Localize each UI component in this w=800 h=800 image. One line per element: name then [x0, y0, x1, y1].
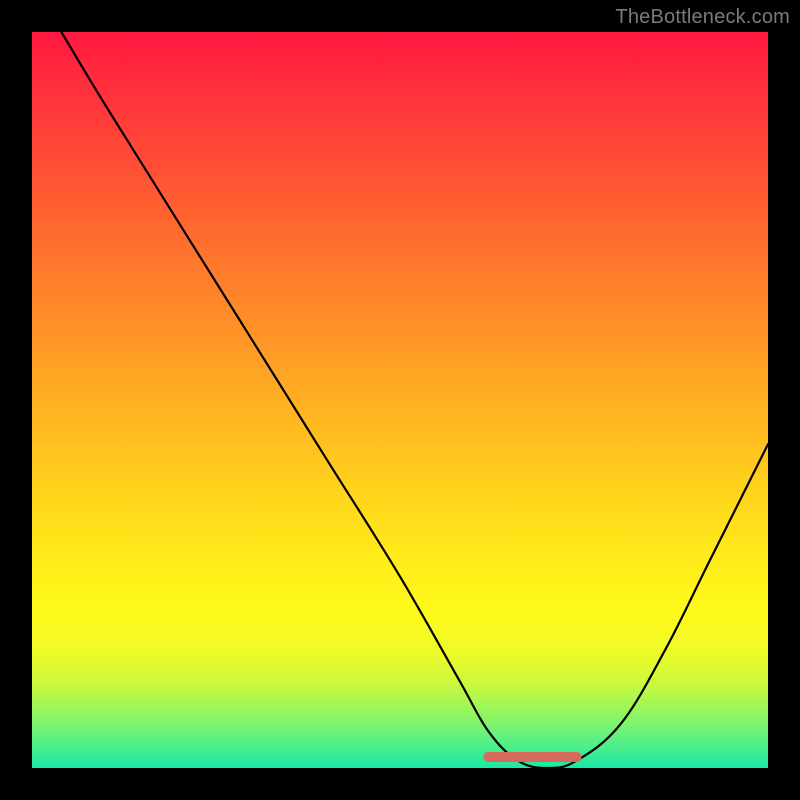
- curve-svg: [32, 32, 768, 768]
- chart-frame: TheBottleneck.com: [0, 0, 800, 800]
- bottleneck-curve: [61, 32, 768, 768]
- watermark-text: TheBottleneck.com: [615, 6, 790, 29]
- plot-area: [32, 32, 768, 768]
